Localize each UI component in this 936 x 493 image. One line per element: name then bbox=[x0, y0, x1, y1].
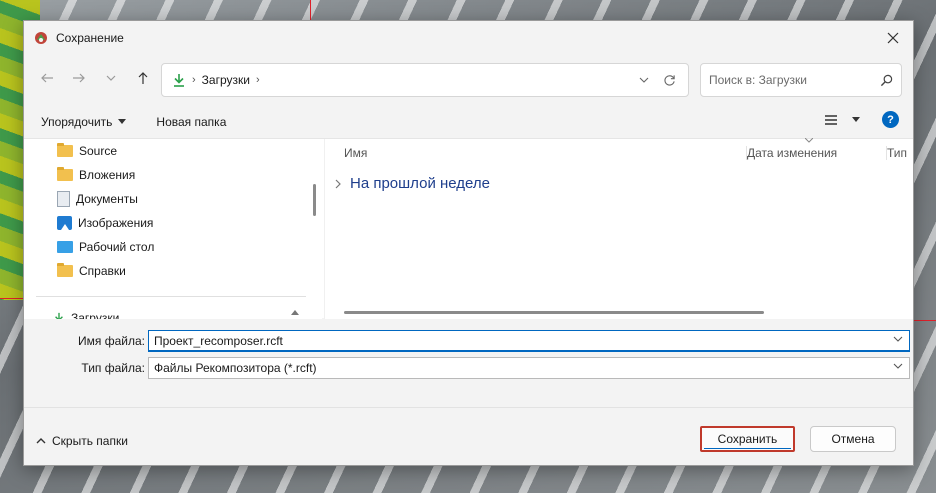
sidebar-item-desktop[interactable]: Рабочий стол bbox=[24, 235, 322, 259]
app-icon bbox=[34, 31, 48, 45]
breadcrumb-separator: › bbox=[192, 74, 196, 86]
column-header-type[interactable]: Тип bbox=[886, 146, 907, 160]
folder-icon bbox=[57, 143, 73, 157]
hide-folders-label: Скрыть папки bbox=[52, 434, 128, 448]
refresh-icon[interactable] bbox=[663, 74, 676, 87]
sidebar-item-help[interactable]: Справки bbox=[24, 259, 322, 283]
cancel-button[interactable]: Отмена bbox=[810, 426, 896, 452]
chevron-right-icon bbox=[335, 179, 341, 188]
command-bar: Упорядочить Новая папка ? bbox=[24, 107, 913, 137]
view-options-button[interactable] bbox=[824, 114, 860, 126]
filename-label: Имя файла: bbox=[78, 334, 145, 348]
filename-input[interactable]: Проект_recomposer.rcft bbox=[148, 330, 910, 352]
navigation-pane: Source Вложения Документы Изображения Ра… bbox=[24, 139, 322, 319]
save-dialog: Сохранение › Загрузки › У bbox=[23, 20, 914, 466]
arrow-right-icon bbox=[73, 73, 85, 83]
sidebar-item-label: Рабочий стол bbox=[79, 240, 155, 254]
sidebar-item-source[interactable]: Source bbox=[24, 139, 322, 163]
breadcrumb-separator[interactable]: › bbox=[256, 74, 260, 86]
pictures-icon bbox=[57, 216, 72, 230]
group-header-last-week[interactable]: На прошлой неделе bbox=[334, 175, 490, 192]
desktop-icon bbox=[57, 241, 73, 253]
breadcrumb-downloads[interactable]: Загрузки bbox=[202, 73, 250, 87]
organize-button[interactable]: Упорядочить bbox=[41, 115, 127, 129]
dialog-title: Сохранение bbox=[56, 30, 124, 45]
forward-button[interactable] bbox=[66, 65, 92, 91]
background-axis-line bbox=[914, 320, 936, 321]
caret-down-icon bbox=[118, 119, 127, 124]
search-icon[interactable] bbox=[880, 74, 893, 87]
dialog-footer: Скрыть папки Сохранить Отмена bbox=[24, 407, 913, 465]
sidebar-scrollbar[interactable] bbox=[313, 184, 316, 216]
browser-area: Source Вложения Документы Изображения Ра… bbox=[24, 138, 913, 319]
filetype-row: Тип файла: Файлы Рекомпозитора (*.rcft) bbox=[24, 356, 913, 380]
hide-folders-button[interactable]: Скрыть папки bbox=[36, 434, 128, 448]
arrow-up-icon bbox=[138, 72, 148, 84]
column-header-date-modified[interactable]: Дата изменения bbox=[746, 146, 837, 160]
chevron-down-icon bbox=[106, 75, 116, 81]
sidebar-item-label: Справки bbox=[79, 264, 126, 278]
caret-down-icon bbox=[852, 116, 860, 122]
background-axis-line bbox=[310, 0, 311, 20]
arrow-left-icon bbox=[41, 73, 53, 83]
horizontal-scrollbar[interactable] bbox=[344, 311, 764, 314]
scroll-up-icon[interactable] bbox=[291, 309, 299, 315]
organize-label: Упорядочить bbox=[41, 115, 113, 129]
address-dropdown-icon[interactable] bbox=[639, 75, 649, 85]
filetype-label: Тип файла: bbox=[81, 361, 145, 375]
documents-icon bbox=[57, 191, 70, 207]
recent-locations-button[interactable] bbox=[98, 65, 124, 91]
close-icon bbox=[887, 32, 899, 43]
sidebar-item-label: Вложения bbox=[79, 168, 136, 182]
sidebar-item-pictures[interactable]: Изображения bbox=[24, 211, 322, 235]
search-input[interactable] bbox=[709, 73, 880, 87]
group-label: На прошлой неделе bbox=[350, 175, 490, 192]
column-header-row: Имя Дата изменения Тип bbox=[325, 138, 913, 163]
filetype-value: Файлы Рекомпозитора (*.rcft) bbox=[154, 361, 317, 375]
sidebar-item-label: Документы bbox=[76, 192, 138, 206]
folder-icon bbox=[57, 263, 73, 277]
chevron-down-icon[interactable] bbox=[893, 361, 903, 371]
download-icon bbox=[174, 74, 184, 87]
title-bar: Сохранение bbox=[24, 21, 913, 54]
address-bar[interactable]: › Загрузки › bbox=[161, 63, 689, 97]
download-icon bbox=[55, 312, 63, 319]
filename-row: Имя файла: Проект_recomposer.rcft bbox=[24, 329, 913, 353]
back-button[interactable] bbox=[34, 65, 60, 91]
filetype-select[interactable]: Файлы Рекомпозитора (*.rcft) bbox=[148, 357, 910, 379]
close-button[interactable] bbox=[873, 21, 913, 54]
save-button[interactable]: Сохранить bbox=[700, 426, 795, 452]
chevron-down-icon[interactable] bbox=[893, 334, 903, 344]
column-header-name[interactable]: Имя bbox=[344, 146, 367, 160]
new-folder-button[interactable]: Новая папка bbox=[156, 115, 226, 129]
filename-value: Проект_recomposer.rcft bbox=[154, 334, 283, 348]
sidebar-item-documents[interactable]: Документы bbox=[24, 187, 322, 211]
sort-indicator-icon bbox=[805, 138, 813, 143]
view-list-icon bbox=[825, 114, 837, 125]
sidebar-item-label: Source bbox=[79, 144, 118, 158]
search-box[interactable] bbox=[700, 63, 902, 97]
chevron-up-icon bbox=[36, 438, 46, 444]
file-list-pane: Имя Дата изменения Тип На прошлой неделе bbox=[324, 138, 913, 319]
folder-icon bbox=[57, 167, 73, 181]
sidebar-item-downloads[interactable]: Загрузки bbox=[53, 311, 119, 319]
sidebar-item-label: Изображения bbox=[78, 216, 154, 230]
help-button[interactable]: ? bbox=[882, 111, 899, 128]
sidebar-item-label: Загрузки bbox=[71, 311, 120, 319]
sidebar-divider bbox=[36, 296, 306, 297]
sidebar-item-attachments[interactable]: Вложения bbox=[24, 163, 322, 187]
up-button[interactable] bbox=[130, 65, 156, 91]
